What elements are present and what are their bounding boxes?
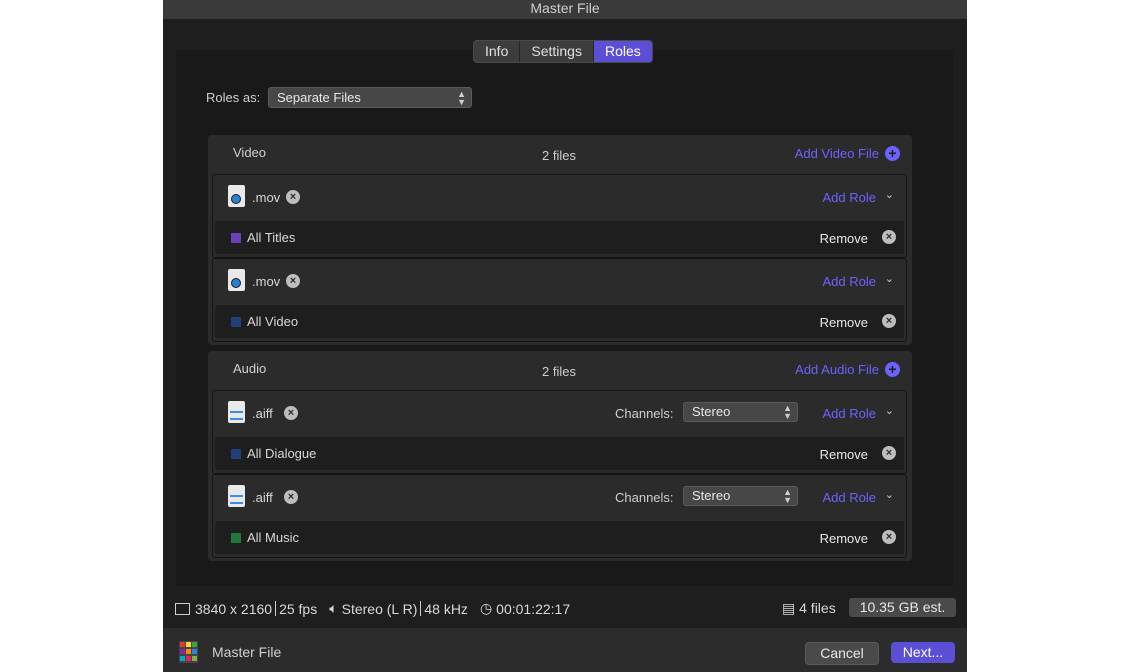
- size-estimate-badge: 10.35 GB est.: [849, 598, 956, 617]
- roles-as-label: Roles as:: [206, 90, 261, 105]
- roles-as-value: Separate Files: [277, 90, 361, 105]
- plus-circle-icon: +: [885, 362, 900, 377]
- remove-role-label[interactable]: Remove: [820, 231, 868, 246]
- remove-file-icon[interactable]: ×: [286, 190, 300, 204]
- remove-role-label[interactable]: Remove: [820, 447, 868, 462]
- audio-file-icon: [228, 485, 245, 507]
- role-name: All Dialogue: [247, 446, 317, 461]
- frame-size-icon: [175, 602, 190, 615]
- file-row: .aiff × Channels: Stereo ▲ ▼ Add Role ⌄: [213, 391, 906, 436]
- resolution: 3840 x 2160: [195, 600, 273, 617]
- remove-role-label[interactable]: Remove: [820, 531, 868, 546]
- add-video-file-button[interactable]: Add Video File +: [795, 146, 900, 161]
- remove-file-icon[interactable]: ×: [284, 406, 298, 420]
- channels-value: Stereo: [692, 404, 731, 419]
- remove-role-label[interactable]: Remove: [820, 315, 868, 330]
- video-file-1: .mov × Add Role ⌄ All Titles Remove ×: [212, 174, 907, 258]
- remove-role-icon[interactable]: ×: [882, 230, 896, 244]
- remove-role-icon[interactable]: ×: [882, 446, 896, 460]
- role-row: All Video Remove ×: [215, 305, 904, 338]
- speaker-icon: 🔈︎: [329, 600, 338, 616]
- clock-icon: ◷: [479, 600, 493, 616]
- audio-file-count: 2 files: [542, 364, 576, 379]
- remove-role-icon[interactable]: ×: [882, 314, 896, 328]
- audio-channels: Stereo (L R): [341, 600, 418, 617]
- add-role-button[interactable]: Add Role: [823, 406, 876, 421]
- files-icon: ▤: [782, 600, 796, 616]
- role-color-swatch: [231, 317, 241, 327]
- video-file-count: 2 files: [542, 148, 576, 163]
- chevron-down-icon[interactable]: ⌄: [885, 188, 894, 201]
- video-group: Video 2 files Add Video File + .mov × Ad…: [208, 135, 912, 345]
- channels-label: Channels:: [615, 406, 674, 421]
- add-video-file-label: Add Video File: [794, 146, 879, 161]
- share-dialog: Master File Info Settings Roles Roles as…: [163, 0, 967, 672]
- files-count-text: 4 files: [799, 600, 836, 616]
- tab-bar: Info Settings Roles: [473, 40, 653, 63]
- frame-rate: 25 fps: [279, 600, 318, 617]
- role-row: All Titles Remove ×: [215, 221, 904, 254]
- role-color-swatch: [231, 533, 241, 543]
- role-name: All Titles: [247, 230, 296, 245]
- chevron-down-icon[interactable]: ⌄: [885, 488, 894, 501]
- duration: 00:01:22:17: [496, 600, 571, 617]
- file-row: .mov × Add Role ⌄: [213, 175, 906, 220]
- channels-select[interactable]: Stereo ▲ ▼: [683, 402, 798, 422]
- tab-settings[interactable]: Settings: [520, 41, 594, 62]
- add-role-button[interactable]: Add Role: [823, 490, 876, 505]
- footer-title: Master File: [212, 644, 282, 660]
- role-color-swatch: [231, 233, 241, 243]
- chevron-down-icon[interactable]: ⌄: [885, 272, 894, 285]
- roles-as-select[interactable]: Separate Files ▲ ▼: [268, 87, 472, 108]
- tab-info[interactable]: Info: [474, 41, 521, 62]
- chevron-down-icon[interactable]: ⌄: [885, 404, 894, 417]
- remove-file-icon[interactable]: ×: [286, 274, 300, 288]
- audio-group-title: Audio: [233, 361, 267, 376]
- sample-rate: 48 kHz: [424, 600, 468, 617]
- next-button[interactable]: Next...: [891, 642, 955, 663]
- divider: [275, 601, 277, 616]
- divider: [420, 601, 422, 616]
- cancel-button[interactable]: Cancel: [805, 642, 879, 665]
- file-extension: .aiff: [252, 490, 273, 505]
- add-role-button[interactable]: Add Role: [823, 274, 876, 289]
- role-name: All Music: [247, 530, 300, 545]
- updown-arrows-icon: ▲ ▼: [783, 403, 792, 421]
- audio-file-2: .aiff × Channels: Stereo ▲ ▼ Add Role ⌄ A…: [212, 474, 907, 558]
- channels-select[interactable]: Stereo ▲ ▼: [683, 486, 798, 506]
- role-row: All Music Remove ×: [215, 521, 904, 554]
- files-count: ▤ 4 files: [782, 600, 836, 617]
- window-title: Master File: [163, 0, 967, 19]
- video-group-title: Video: [233, 145, 267, 160]
- tab-roles[interactable]: Roles: [593, 41, 652, 62]
- channels-label: Channels:: [615, 490, 674, 505]
- plus-circle-icon: +: [885, 146, 900, 161]
- remove-role-icon[interactable]: ×: [882, 530, 896, 544]
- remove-file-icon[interactable]: ×: [284, 490, 298, 504]
- quicktime-file-icon: [228, 185, 245, 207]
- updown-arrows-icon: ▲ ▼: [457, 88, 466, 107]
- role-name: All Video: [247, 314, 299, 329]
- audio-file-icon: [228, 401, 245, 423]
- updown-arrows-icon: ▲ ▼: [783, 487, 792, 505]
- add-audio-file-button[interactable]: Add Audio File +: [795, 362, 900, 377]
- export-stats: 3840 x 2160 25 fps 🔈︎ Stereo (L R) 48 kH…: [175, 600, 570, 617]
- file-extension: .mov: [252, 190, 281, 205]
- audio-group: Audio 2 files Add Audio File + .aiff × C…: [208, 351, 912, 561]
- channels-value: Stereo: [692, 488, 731, 503]
- dialog-footer: Master File Cancel Next...: [163, 628, 967, 672]
- quicktime-file-icon: [228, 269, 245, 291]
- master-file-icon: [179, 641, 198, 663]
- add-audio-file-label: Add Audio File: [795, 362, 879, 377]
- role-color-swatch: [231, 449, 241, 459]
- video-file-2: .mov × Add Role ⌄ All Video Remove ×: [212, 258, 907, 342]
- audio-file-1: .aiff × Channels: Stereo ▲ ▼ Add Role ⌄ A…: [212, 390, 907, 474]
- file-extension: .mov: [252, 274, 281, 289]
- file-extension: .aiff: [252, 406, 273, 421]
- file-row: .mov × Add Role ⌄: [213, 259, 906, 304]
- role-row: All Dialogue Remove ×: [215, 437, 904, 470]
- add-role-button[interactable]: Add Role: [823, 190, 876, 205]
- file-row: .aiff × Channels: Stereo ▲ ▼ Add Role ⌄: [213, 475, 906, 520]
